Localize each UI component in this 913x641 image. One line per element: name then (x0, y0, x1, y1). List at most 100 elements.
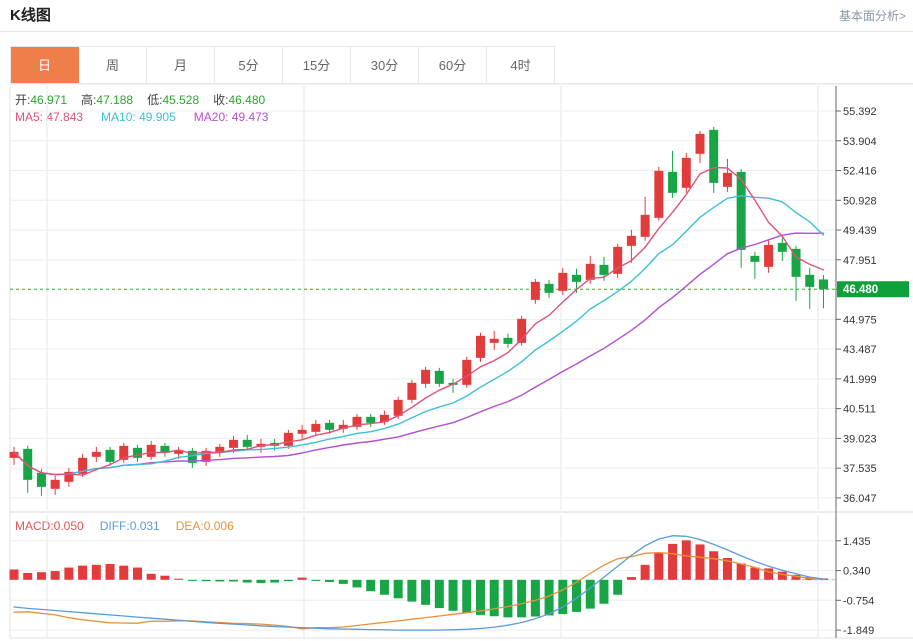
candle-up (92, 452, 101, 457)
candle-up (586, 264, 595, 280)
macd-bar (613, 580, 622, 595)
svg-text:40.511: 40.511 (843, 404, 876, 416)
candle-down (819, 279, 828, 289)
macd-bar (270, 580, 279, 583)
macd-bar (696, 544, 705, 579)
macd-bar (188, 580, 197, 581)
svg-text:1.435: 1.435 (843, 536, 871, 548)
candle-up (421, 370, 430, 384)
chart-frame (10, 84, 913, 638)
macd-bar (586, 580, 595, 609)
candle-up (723, 173, 732, 187)
svg-text:41.999: 41.999 (843, 374, 877, 386)
candle-up (764, 245, 773, 267)
macd-bar (737, 563, 746, 579)
macd-bar (106, 564, 115, 580)
macd-bar (435, 580, 444, 608)
candle-down (709, 130, 718, 183)
candle-up (490, 339, 499, 343)
svg-text:47.951: 47.951 (843, 255, 877, 267)
macd-bar (627, 577, 636, 580)
macd-bar (256, 580, 265, 583)
candles-layer (10, 127, 828, 496)
candle-up (229, 440, 238, 448)
reference-lines (10, 289, 836, 580)
macd-bar (476, 580, 485, 615)
ma5-line (14, 168, 824, 476)
macd-bar (284, 580, 293, 581)
macd-bar (243, 580, 252, 583)
candle-down (805, 275, 814, 287)
svg-text:37.535: 37.535 (843, 463, 877, 475)
candle-up (627, 236, 636, 246)
candle-down (750, 256, 759, 262)
last-price-tag: 46.480 (837, 281, 909, 297)
candle-down (503, 338, 512, 344)
macd-bar (421, 580, 430, 605)
candle-down (668, 172, 677, 193)
svg-text:-1.849: -1.849 (843, 625, 874, 637)
candle-down (23, 449, 32, 480)
svg-text:0.340: 0.340 (843, 566, 871, 578)
macd-bar (668, 544, 677, 580)
candle-up (476, 336, 485, 358)
kline-widget: K线图 基本面分析> 日周月5分15分30分60分4时 开:46.971高:47… (0, 0, 913, 641)
candle-down (37, 473, 46, 487)
svg-text:49.439: 49.439 (843, 225, 877, 237)
candle-down (545, 284, 554, 293)
macd-bar (599, 580, 608, 604)
macd-bar (641, 565, 650, 580)
macd-bar (229, 580, 238, 582)
candle-up (462, 360, 471, 385)
svg-text:53.904: 53.904 (843, 136, 877, 148)
candle-up (654, 171, 663, 218)
macd-bar (339, 580, 348, 584)
candle-up (298, 430, 307, 434)
candle-up (682, 158, 691, 188)
macd-bar (462, 580, 471, 613)
macd-bar (764, 568, 773, 579)
macd-bar (311, 580, 320, 581)
macd-bar (119, 566, 128, 580)
macd-bar (23, 573, 32, 580)
candle-down (599, 265, 608, 275)
macd-bar (202, 580, 211, 581)
ma10-line (14, 196, 824, 475)
macd-bar (133, 568, 142, 580)
candle-up (558, 273, 567, 291)
macd-bar (37, 572, 46, 580)
candle-up (215, 447, 224, 452)
macd-bar (366, 580, 375, 591)
ma-lines (14, 168, 824, 476)
macd-bar (778, 572, 787, 580)
candle-down (366, 417, 375, 423)
candle-up (407, 383, 416, 400)
macd-bar (682, 540, 691, 579)
macd-bar (654, 553, 663, 580)
macd-bar (449, 580, 458, 611)
macd-bar (380, 580, 389, 595)
candle-up (284, 433, 293, 446)
macd-bar (490, 580, 499, 616)
macd-bars (10, 540, 828, 617)
macd-bar (407, 580, 416, 602)
svg-text:46.480: 46.480 (843, 284, 878, 296)
macd-bar (78, 566, 87, 580)
candle-down (106, 450, 115, 462)
macd-bar (215, 580, 224, 582)
candle-up (641, 215, 650, 237)
macd-bar (64, 568, 73, 580)
candle-up (531, 282, 540, 300)
macd-bar (517, 580, 526, 618)
macd-bar (353, 580, 362, 588)
kline-chart-canvas[interactable]: 55.39253.90452.41650.92849.43947.95144.9… (0, 0, 913, 641)
macd-bar (160, 576, 169, 580)
svg-text:36.047: 36.047 (843, 493, 877, 505)
svg-text:-0.754: -0.754 (843, 595, 874, 607)
candle-down (325, 423, 334, 430)
candle-up (51, 480, 60, 489)
svg-text:52.416: 52.416 (843, 166, 877, 178)
svg-text:39.023: 39.023 (843, 433, 877, 445)
macd-bar (51, 571, 60, 580)
macd-bar (10, 569, 19, 579)
